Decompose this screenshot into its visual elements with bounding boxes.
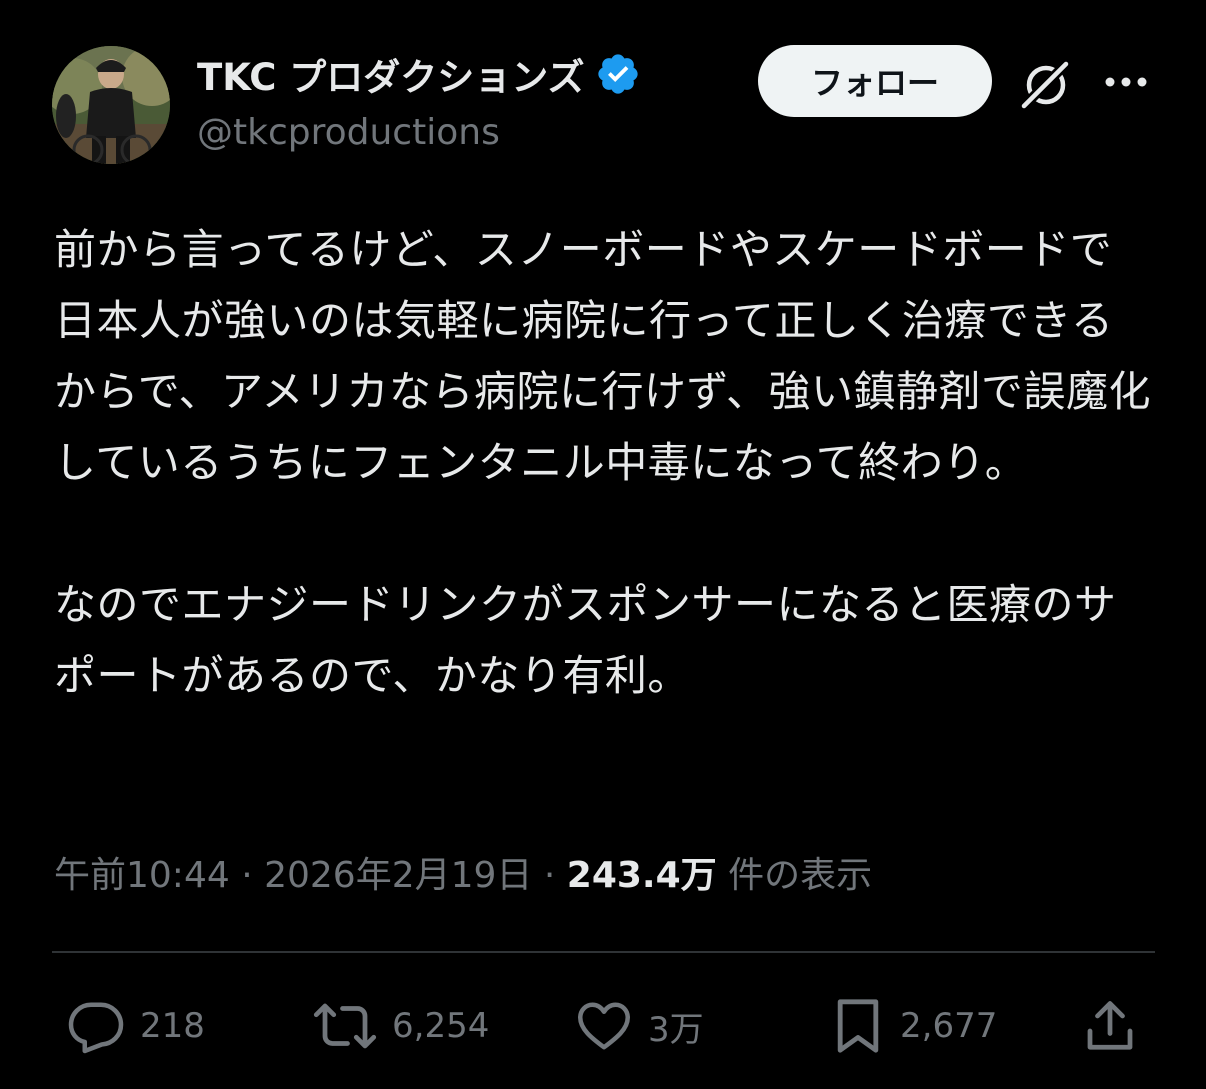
repost-count: 6,254 bbox=[392, 1006, 490, 1046]
author-name-row[interactable]: TKC プロダクションズ bbox=[197, 47, 641, 101]
follow-button[interactable]: フォロー bbox=[758, 45, 992, 117]
share-button[interactable] bbox=[1082, 990, 1138, 1062]
tweet-body: 前から言ってるけど、スノーボードやスケードボードで日本人が強いのは気軽に病院に行… bbox=[54, 214, 1154, 711]
reply-count: 218 bbox=[140, 1006, 205, 1046]
avatar-photo bbox=[52, 46, 170, 164]
repost-button[interactable]: 6,254 bbox=[312, 990, 489, 1062]
tweet-paragraph: なのでエナジードリンクがスポンサーになると医療のサポートがあるので、かなり有利。 bbox=[54, 580, 1117, 700]
meta-separator: · bbox=[532, 855, 567, 896]
reply-icon bbox=[68, 1002, 124, 1054]
heart-icon bbox=[578, 1002, 630, 1050]
share-icon bbox=[1087, 1001, 1133, 1050]
bookmark-button[interactable]: 2,677 bbox=[830, 990, 997, 1062]
author-avatar[interactable] bbox=[52, 46, 170, 164]
divider bbox=[52, 951, 1155, 953]
like-button[interactable]: 3万 bbox=[574, 990, 704, 1062]
action-bar: 218 6,254 3万 2,677 bbox=[0, 990, 1206, 1062]
like-count: 3万 bbox=[648, 1009, 704, 1050]
meta-separator: · bbox=[229, 855, 265, 896]
more-options-icon[interactable] bbox=[1100, 62, 1152, 102]
grok-icon[interactable] bbox=[1018, 56, 1074, 112]
repost-icon bbox=[313, 1003, 377, 1049]
tweet-time[interactable]: 午前10:44 bbox=[54, 846, 230, 898]
views-label: 件の表示 bbox=[716, 855, 873, 896]
author-handle[interactable]: @tkcproductions bbox=[197, 112, 500, 153]
bookmark-icon bbox=[837, 999, 879, 1053]
author-display-name[interactable]: TKC プロダクションズ bbox=[197, 47, 585, 101]
tweet-meta: 午前10:44 · 2026年2月19日 · 243.4万 件の表示 bbox=[54, 846, 872, 898]
verified-badge-icon bbox=[597, 54, 638, 94]
tweet-date[interactable]: 2026年2月19日 bbox=[264, 846, 532, 898]
tweet-paragraph: 前から言ってるけど、スノーボードやスケードボードで日本人が強いのは気軽に病院に行… bbox=[54, 225, 1152, 487]
views-count[interactable]: 243.4万 bbox=[567, 846, 717, 898]
bookmark-count: 2,677 bbox=[900, 1006, 998, 1046]
reply-button[interactable]: 218 bbox=[66, 990, 205, 1062]
